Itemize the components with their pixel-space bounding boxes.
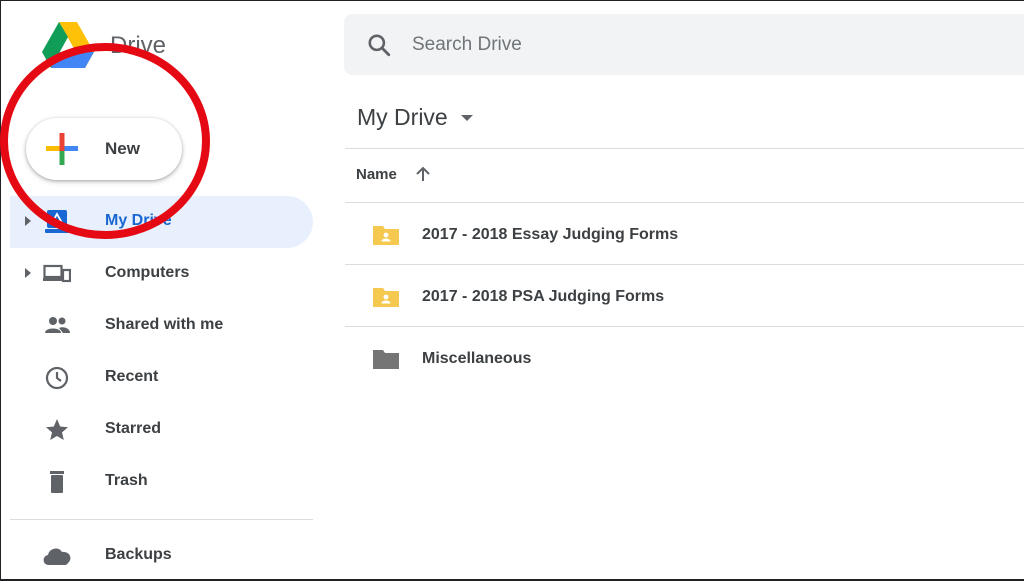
sidebar-item-computers[interactable]: Computers <box>10 248 313 300</box>
expand-caret-icon[interactable] <box>24 215 32 227</box>
search-icon[interactable] <box>366 32 392 58</box>
sidebar-item-my-drive[interactable]: My Drive <box>10 196 313 248</box>
sidebar-item-label: Recent <box>105 368 159 385</box>
sidebar-divider <box>10 519 313 520</box>
folder-icon <box>373 350 399 369</box>
plus-icon <box>46 133 78 165</box>
sidebar-item-shared-with-me[interactable]: Shared with me <box>10 300 313 352</box>
file-name: Miscellaneous <box>422 350 532 367</box>
expand-caret-icon[interactable] <box>24 267 32 279</box>
sidebar-item-label: Shared with me <box>105 316 224 333</box>
sidebar-item-starred[interactable]: Starred <box>10 404 313 456</box>
chevron-down-icon[interactable] <box>460 114 474 122</box>
sidebar-item-trash[interactable]: Trash <box>10 456 313 508</box>
my-drive-icon <box>45 210 69 233</box>
column-header-name[interactable]: Name <box>356 166 397 183</box>
table-row[interactable]: Miscellaneous <box>345 327 1024 389</box>
divider <box>345 148 1024 149</box>
arrow-up-icon[interactable] <box>413 164 433 184</box>
search-input[interactable] <box>412 30 912 60</box>
drive-logo-icon[interactable] <box>42 22 94 68</box>
sidebar-item-label: Backups <box>105 546 172 563</box>
star-icon <box>46 419 68 440</box>
sidebar-item-label: Computers <box>105 264 190 281</box>
clock-icon <box>45 366 69 390</box>
new-button-label: New <box>105 139 140 158</box>
file-name: 2017 - 2018 Essay Judging Forms <box>422 226 679 243</box>
file-name: 2017 - 2018 PSA Judging Forms <box>422 288 665 305</box>
cloud-icon <box>43 548 71 565</box>
sidebar-item-recent[interactable]: Recent <box>10 352 313 404</box>
sidebar-item-label: Starred <box>105 420 162 437</box>
search-bar[interactable] <box>344 14 1024 75</box>
trash-icon <box>50 471 64 493</box>
sidebar-item-label: Trash <box>105 472 148 489</box>
sidebar-item-backups[interactable]: Backups <box>10 530 313 581</box>
table-row[interactable]: 2017 - 2018 Essay Judging Forms <box>345 203 1024 265</box>
shared-folder-icon <box>373 288 399 307</box>
shared-icon <box>45 317 70 333</box>
new-button[interactable]: New <box>26 118 182 180</box>
app-name: Drive <box>110 32 167 59</box>
page-title[interactable]: My Drive <box>357 104 448 131</box>
table-row[interactable]: 2017 - 2018 PSA Judging Forms <box>345 265 1024 327</box>
computers-icon <box>43 264 71 283</box>
shared-folder-icon <box>373 226 399 245</box>
sidebar-item-label: My Drive <box>105 212 172 229</box>
